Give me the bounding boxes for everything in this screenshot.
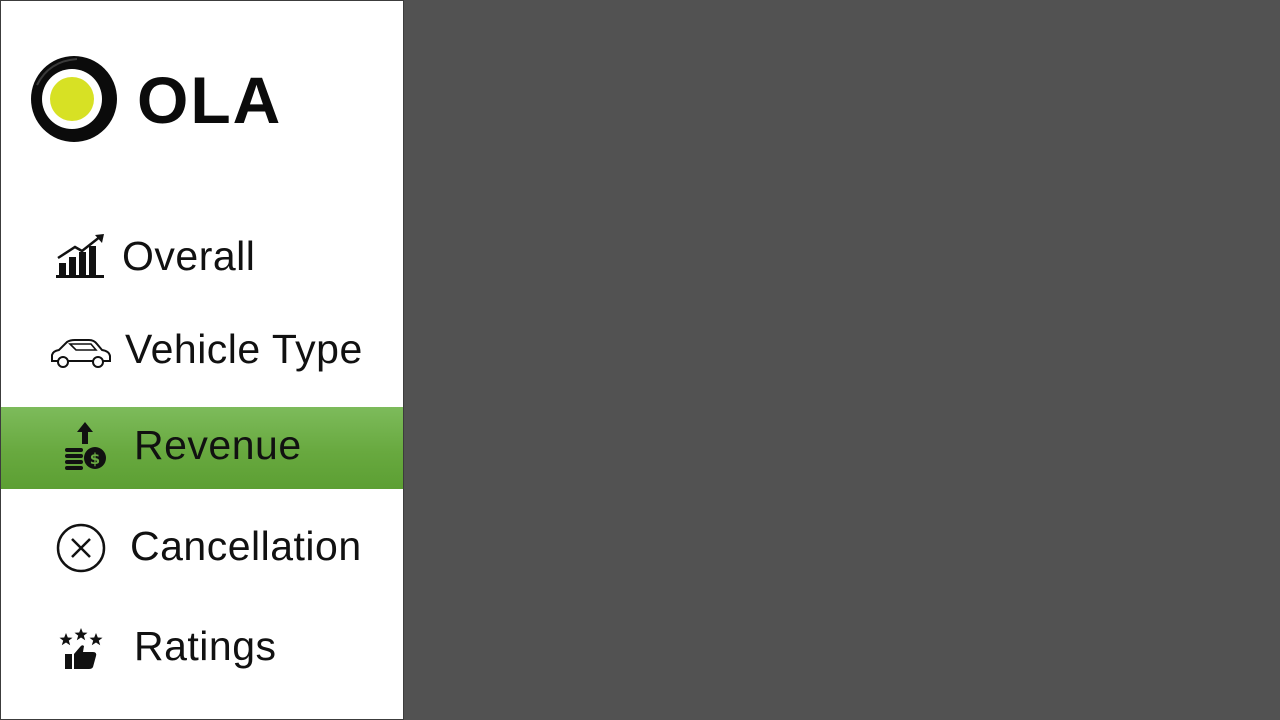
- money-growth-icon: $: [65, 422, 106, 470]
- dashboard-page: OLA Overall Vehicle Type $ Revenue Cance…: [0, 0, 1280, 720]
- sidebar-item-label: Revenue: [134, 422, 302, 468]
- sidebar-item-ratings[interactable]: Ratings: [1, 607, 403, 687]
- sidebar-item-vehicle-type[interactable]: Vehicle Type: [1, 309, 403, 389]
- sidebar-item-cancellation[interactable]: Cancellation: [1, 505, 403, 585]
- sidebar-item-label: Ratings: [134, 623, 277, 669]
- sidebar-item-label: Overall: [122, 233, 256, 279]
- svg-text:$: $: [90, 450, 100, 468]
- car-icon: [51, 339, 111, 368]
- sidebar: OLA Overall Vehicle Type $ Revenue Cance…: [0, 0, 404, 720]
- ola-logo-icon: [31, 56, 117, 142]
- brand-logo: OLA: [29, 55, 289, 145]
- main-content-area: [404, 0, 1280, 720]
- sidebar-item-revenue[interactable]: $ Revenue: [1, 407, 403, 489]
- bar-chart-growth-icon: [56, 234, 104, 278]
- svg-text:OLA: OLA: [137, 63, 282, 137]
- sidebar-item-label: Vehicle Type: [125, 326, 363, 372]
- sidebar-item-label: Cancellation: [130, 523, 362, 569]
- ola-wordmark: OLA: [137, 63, 282, 137]
- thumbs-up-stars-icon: [59, 628, 103, 669]
- close-circle-icon: [56, 523, 106, 573]
- sidebar-item-overall[interactable]: Overall: [1, 215, 403, 295]
